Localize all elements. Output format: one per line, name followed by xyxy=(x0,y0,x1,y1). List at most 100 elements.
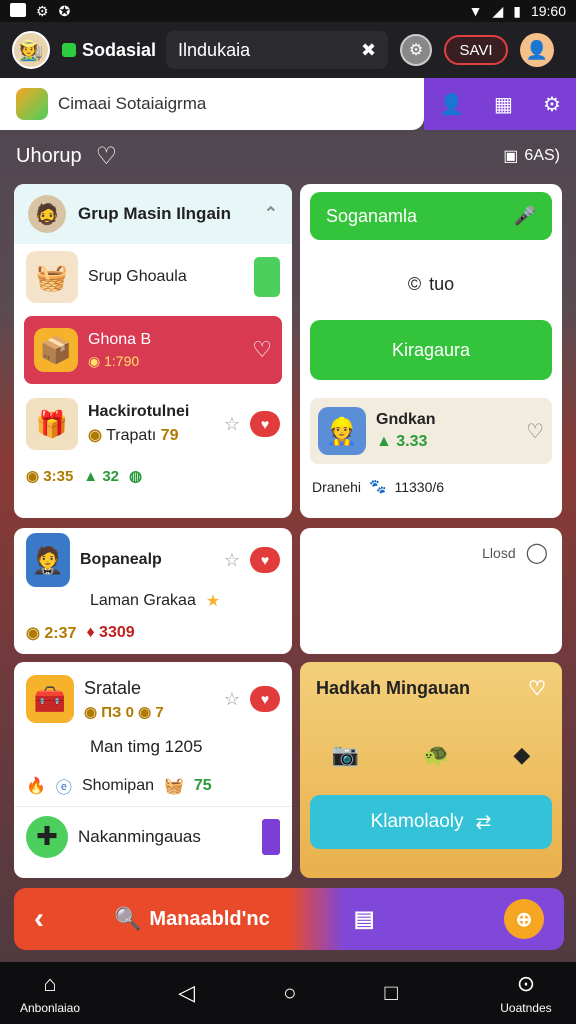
search-clear-icon[interactable]: ✖ xyxy=(361,40,376,61)
event-card[interactable]: Hadkah Mingauan ♡ 📷 🐢 ◆ Klamolaoly ⇄ xyxy=(300,662,562,878)
event-header: Hadkah Mingauan ♡ xyxy=(300,662,562,715)
user-avatar[interactable]: 👤 xyxy=(520,33,555,67)
task-reward-row: 🔥 ⓔ Shomipan 🧺 75 xyxy=(14,766,292,806)
settings-icon[interactable]: ⚙ xyxy=(400,34,433,66)
coin-stat: ◉ 2:37 xyxy=(26,625,77,642)
item-card-text: Gndkan ▲ 3.33 xyxy=(376,411,436,451)
search-value: Ilndukaia xyxy=(178,39,251,60)
heart-outline-icon[interactable]: ♡ xyxy=(252,337,272,363)
favorite-heart-icon[interactable]: ♡ xyxy=(96,142,118,171)
item-title: Gndkan xyxy=(376,411,436,428)
nav-home[interactable]: ⌂ Anbonlaiao xyxy=(10,971,90,1015)
player-card[interactable]: 🤵 Bopanealp ☆ ♥ Laman Grakaa ★ ◉ 2:37 ♦ … xyxy=(14,528,292,654)
heart-badge[interactable]: ♥ xyxy=(250,547,280,573)
heart-outline-icon[interactable]: ♡ xyxy=(526,419,544,444)
score-stat: ♦ 3309 xyxy=(86,624,135,641)
mid-status-text: tuo xyxy=(429,273,455,294)
sub-bar-title: Cimaai Sotaiaigrma xyxy=(58,94,207,113)
globe-icon[interactable]: ⊕ xyxy=(504,899,544,939)
player-header: 🤵 Bopanealp ☆ ♥ xyxy=(14,528,292,587)
task-stats: ◉ ПЗ 0 ◉ 7 xyxy=(84,703,164,721)
brand-name: Sodasial xyxy=(82,39,157,60)
event-title: Hadkah Mingauan xyxy=(316,678,471,698)
stats-icon[interactable]: ▦ xyxy=(494,92,513,117)
browser-icon: ⓔ xyxy=(55,780,72,797)
chest-icon: 🧰 xyxy=(26,675,74,723)
empty-card: Llosd ◯ xyxy=(300,528,562,654)
player-avatar: 🤵 xyxy=(26,533,70,587)
bottom-bar-label: Manaabld xyxy=(149,907,242,930)
player-sub: Laman Grakaa xyxy=(90,592,196,609)
chevron-up-icon[interactable]: ⌃ xyxy=(264,204,278,224)
recents-icon[interactable]: □ xyxy=(385,980,398,1006)
battery-icon: ▮ xyxy=(513,2,521,19)
task-footer-label: Nakanmingauas xyxy=(78,826,201,846)
star-icon[interactable]: ☆ xyxy=(224,550,240,571)
back-arrow-icon[interactable]: ‹ xyxy=(34,902,44,936)
signal-icon: ◢ xyxy=(492,2,504,19)
star-icon[interactable]: ☆ xyxy=(224,689,240,710)
copyright-icon: © xyxy=(407,273,422,294)
task-header: 🧰 Sratale ◉ ПЗ 0 ◉ 7 ☆ ♥ xyxy=(14,662,292,728)
bottom-bar-label-2: 'nc xyxy=(241,907,270,930)
highlight-item-title: Ghona B xyxy=(88,330,152,348)
task-reward-value: 75 xyxy=(193,777,212,794)
highlight-item[interactable]: 📦 Ghona B ◉ 1:790 ♡ xyxy=(24,316,282,384)
home-circle-icon[interactable]: ○ xyxy=(283,980,296,1006)
clock: 19:60 xyxy=(530,3,566,19)
soganamla-label: Soganamla xyxy=(326,205,418,226)
task-stat-a: ПЗ 0 xyxy=(101,703,134,721)
kiragaura-button[interactable]: Kiragaura xyxy=(310,320,552,380)
search-input[interactable]: Ilndukaia ✖ xyxy=(166,31,389,69)
heart-badge[interactable]: ♥ xyxy=(250,411,280,437)
heart-outline-icon[interactable]: ♡ xyxy=(528,676,546,701)
list-item-sub: ◉ Trapatı 79 xyxy=(88,425,189,445)
gear-icon[interactable]: ⚙ xyxy=(543,92,561,117)
search-icon[interactable]: 🔍 xyxy=(114,906,141,932)
group-card[interactable]: 🧔 Grup Masin Ilngain ⌃ 🧺 Srup Ghoaula 📦 … xyxy=(14,184,292,518)
stat-b-value: 32 xyxy=(102,467,119,485)
coin-stat-value: 2:37 xyxy=(44,625,77,642)
document-icon[interactable]: ▤ xyxy=(354,906,375,932)
coin-icon: ◉ xyxy=(88,427,102,444)
list-item[interactable]: 🧺 Srup Ghoaula xyxy=(14,244,292,310)
list-item-title: Srup Ghoaula xyxy=(88,268,187,285)
group-card-title: Grup Masin Ilngain xyxy=(78,204,232,223)
footer-label: Dranehi xyxy=(312,478,362,495)
sub-bar-actions: 👤 ▦ ⚙ xyxy=(424,78,576,130)
back-icon[interactable]: ◁ xyxy=(178,980,195,1006)
player-sub-row: Laman Grakaa ★ xyxy=(14,584,292,618)
klamolaoly-button[interactable]: Klamolaoly ⇄ xyxy=(310,795,552,849)
task-reward-label: Shomipan xyxy=(81,777,154,794)
sub-bar: Cimaai Sotaiaigrma 👤 ▦ ⚙ xyxy=(0,78,576,130)
nav-updates[interactable]: ⊙ Uoatndes xyxy=(486,971,566,1015)
task-card[interactable]: 🧰 Sratale ◉ ПЗ 0 ◉ 7 ☆ ♥ Man timg 1205 🔥… xyxy=(14,662,292,878)
item-card[interactable]: 👷 Gndkan ▲ 3.33 ♡ xyxy=(310,398,552,464)
item-value: 3.33 xyxy=(396,433,428,450)
task-stat-b: 7 xyxy=(155,703,164,721)
profile-avatar[interactable]: 🧑‍🌾 xyxy=(12,31,50,69)
sub-bar-title-area: Cimaai Sotaiaigrma xyxy=(0,78,424,130)
user-icon[interactable]: 👤 xyxy=(439,92,464,117)
highlight-item-coins: ◉ 1:790 xyxy=(88,352,140,369)
turtle-icon: 🐢 xyxy=(422,742,450,767)
footer-value: 11330/6 xyxy=(394,478,445,495)
list-item[interactable]: 🎁 Hackirotulnei ◉ Trapatı 79 ☆ ♥ xyxy=(14,390,292,458)
shield-outline-icon[interactable]: ◯ xyxy=(526,540,548,565)
settings-notification-icon: ⚙ xyxy=(36,2,49,19)
count-icon: ▣ xyxy=(503,148,519,165)
save-button[interactable]: SAVI xyxy=(444,35,509,65)
heart-badge[interactable]: ♥ xyxy=(250,686,280,712)
star-icon[interactable]: ☆ xyxy=(224,414,240,435)
event-items: 📷 🐢 ◆ xyxy=(300,715,562,795)
cross-icon: ✚ xyxy=(26,815,68,858)
brand-logo-icon xyxy=(62,43,76,57)
list-item-text: Hackirotulnei ◉ Trapatı 79 xyxy=(88,403,189,445)
group-label: Uhorup xyxy=(16,144,82,167)
task-line: Man timg 1205 xyxy=(90,737,203,756)
group-card-header: 🧔 Grup Masin Ilngain ⌃ xyxy=(14,184,292,244)
player-stats: ◉ 2:37 ♦ 3309 xyxy=(14,618,292,648)
task-footer[interactable]: ✚ Nakanmingauas xyxy=(14,806,292,866)
soganamla-button[interactable]: Soganamla 🎤 xyxy=(310,192,552,240)
group-row: Uhorup ♡ ▣ 6AS) xyxy=(0,136,576,176)
